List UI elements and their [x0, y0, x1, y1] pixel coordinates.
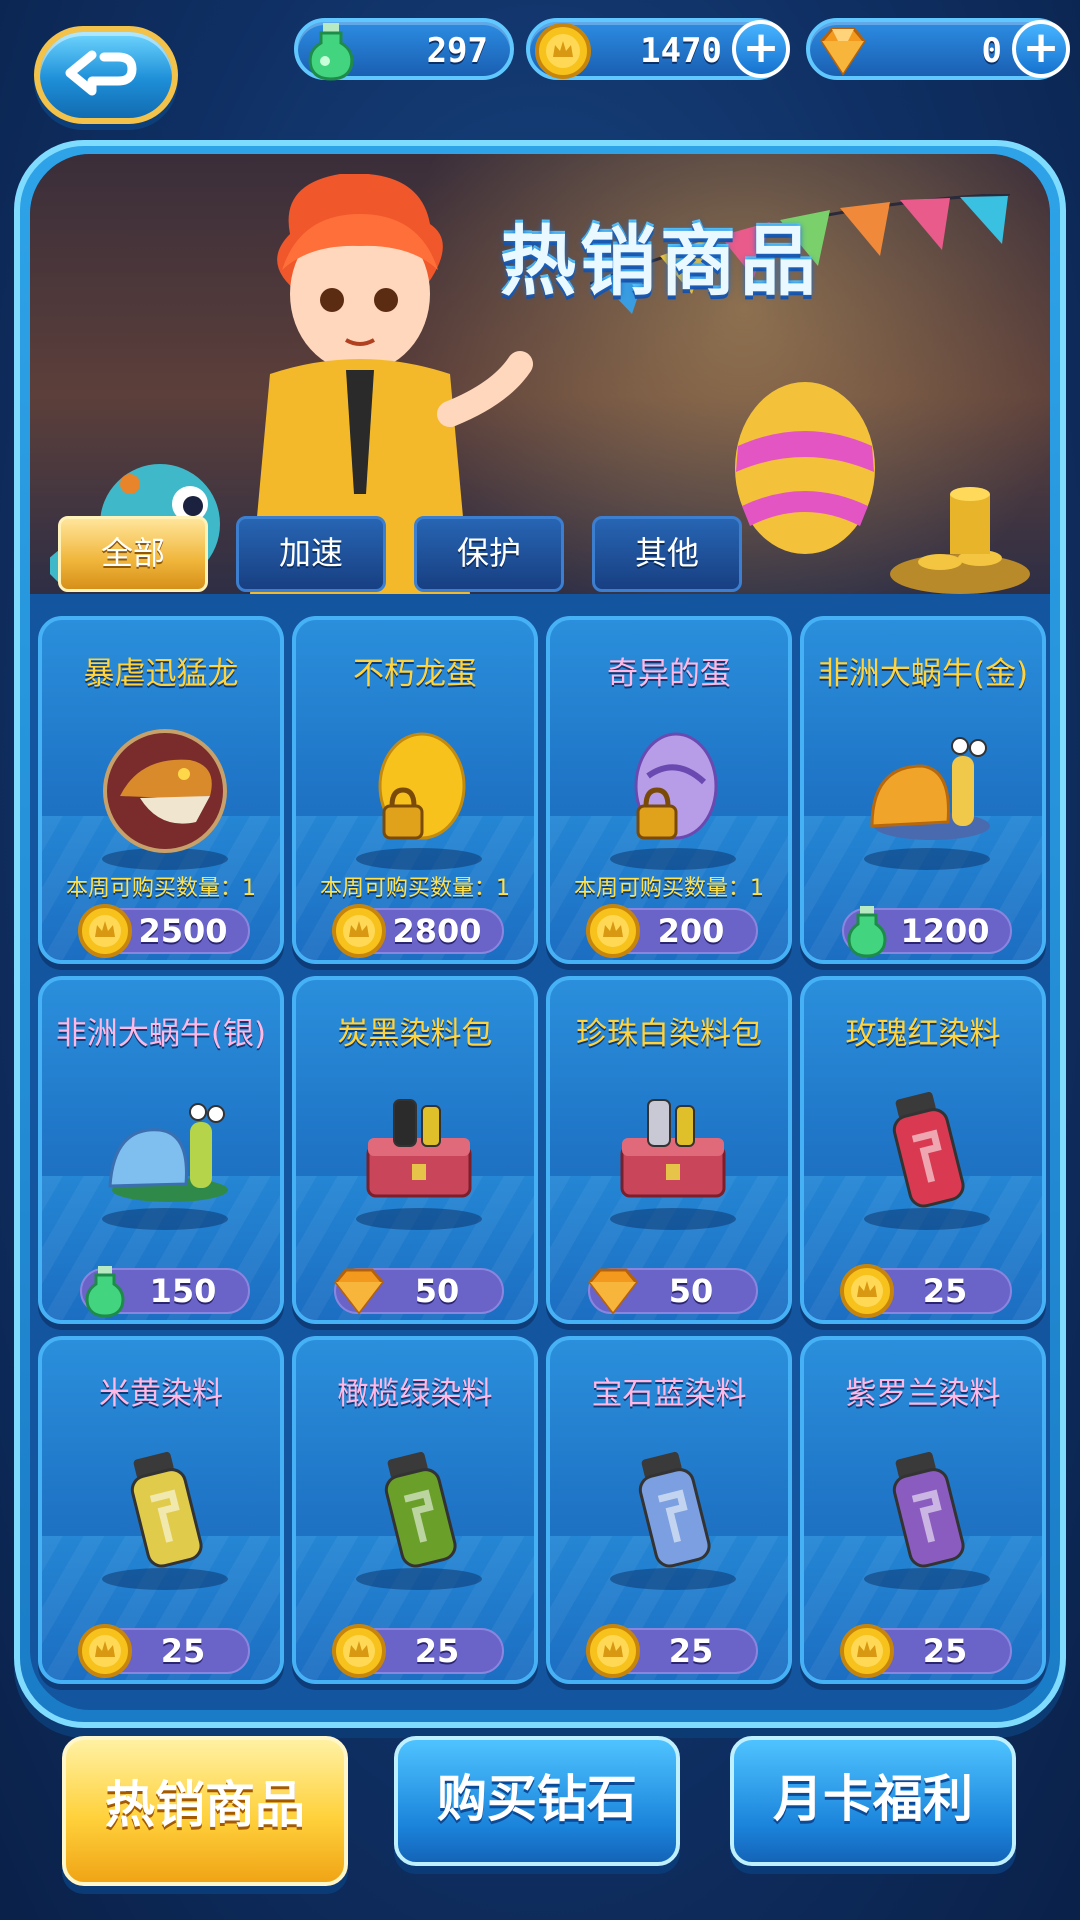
price-button[interactable]: 150 [80, 1266, 250, 1318]
shop-item-card[interactable]: 玫瑰红染料 25 [800, 976, 1046, 1324]
price-button[interactable]: 50 [334, 1268, 504, 1315]
shop-panel: 热销商品 全部 加速 保护 其他 暴虐迅猛龙本周可购买数量：1 2500 不朽龙蛋本… [14, 140, 1066, 1728]
dye-chest-white-icon [608, 1086, 738, 1216]
price-value: 25 [922, 1632, 968, 1670]
item-name: 玫瑰红染料 [845, 1016, 1001, 1052]
diamond-counter: 0 + [806, 18, 1070, 80]
back-button[interactable] [34, 26, 178, 124]
price-value: 25 [414, 1632, 460, 1670]
shop-item-card[interactable]: 不朽龙蛋本周可购买数量：1 2800 [292, 616, 538, 964]
back-arrow-icon [65, 50, 137, 96]
item-name: 紫罗兰染料 [845, 1376, 1001, 1412]
coin-counter: 1470 + [526, 18, 790, 80]
price-button[interactable]: 2500 [78, 904, 250, 958]
gold-snail-icon [862, 726, 992, 856]
dye-red-icon [862, 1086, 992, 1216]
price-value: 25 [922, 1272, 968, 1310]
potion-value: 297 [426, 31, 488, 71]
price-value: 50 [668, 1272, 714, 1310]
dye-violet-icon [862, 1446, 992, 1576]
price-button[interactable]: 2800 [332, 904, 504, 958]
shop-item-card[interactable]: 橄榄绿染料 25 [292, 1336, 538, 1684]
silver-snail-icon [100, 1086, 230, 1216]
item-name: 暴虐迅猛龙 [83, 656, 239, 692]
price-button[interactable]: 25 [840, 1624, 1012, 1678]
price-button[interactable]: 50 [588, 1268, 758, 1315]
shop-item-card[interactable]: 非洲大蜗牛(金) 1200 [800, 616, 1046, 964]
coin-icon [528, 16, 598, 86]
category-tabs: 全部 加速 保护 其他 [44, 516, 1050, 598]
item-name: 非洲大蜗牛(银) [55, 1016, 267, 1052]
add-coin-button[interactable]: + [732, 20, 790, 78]
coin-value: 1470 [640, 31, 722, 71]
purple-egg-icon [608, 726, 738, 856]
price-button[interactable]: 25 [332, 1624, 504, 1678]
shop-item-card[interactable]: 炭黑染料包 50 [292, 976, 538, 1324]
dye-blue-icon [608, 1446, 738, 1576]
dye-chest-black-icon [354, 1086, 484, 1216]
raptor-icon [100, 726, 230, 856]
shop-item-card[interactable]: 紫罗兰染料 25 [800, 1336, 1046, 1684]
banner-title: 热销商品 [500, 217, 820, 306]
price-value: 25 [160, 1632, 206, 1670]
item-name: 米黄染料 [99, 1376, 223, 1412]
price-button[interactable]: 25 [586, 1624, 758, 1678]
add-diamond-button[interactable]: + [1012, 20, 1070, 78]
bottom-tab-hot-sale[interactable]: 热销商品 [62, 1736, 348, 1886]
shop-item-card[interactable]: 非洲大蜗牛(银) 150 [38, 976, 284, 1324]
potion-icon [296, 16, 366, 86]
dye-olive-icon [354, 1446, 484, 1576]
price-button[interactable]: 200 [586, 904, 758, 958]
shop-item-card[interactable]: 奇异的蛋本周可购买数量：1 200 [546, 616, 792, 964]
tab-all[interactable]: 全部 [58, 516, 208, 592]
bottom-tab-buy-diamond[interactable]: 购买钻石 [394, 1736, 680, 1866]
golden-egg-icon [354, 726, 484, 856]
price-value: 200 [657, 912, 725, 950]
bottom-tab-monthly-card[interactable]: 月卡福利 [730, 1736, 1016, 1866]
dye-beige-icon [100, 1446, 230, 1576]
weekly-limit-text: 本周可购买数量：1 [574, 876, 764, 901]
diamond-value: 0 [981, 31, 1002, 71]
item-name: 珍珠白染料包 [576, 1016, 762, 1052]
price-value: 50 [414, 1272, 460, 1310]
price-button[interactable]: 1200 [842, 906, 1012, 958]
potion-counter: 297 [294, 18, 514, 81]
weekly-limit-text: 本周可购买数量：1 [66, 876, 256, 901]
tab-speedup[interactable]: 加速 [236, 516, 386, 592]
tab-protect[interactable]: 保护 [414, 516, 564, 592]
item-name: 非洲大蜗牛(金) [817, 656, 1029, 692]
item-name: 橄榄绿染料 [337, 1376, 493, 1412]
tab-other[interactable]: 其他 [592, 516, 742, 592]
item-name: 不朽龙蛋 [353, 656, 477, 692]
price-button[interactable]: 25 [78, 1624, 250, 1678]
price-value: 2800 [392, 912, 482, 950]
diamond-icon [808, 16, 878, 86]
price-value: 1200 [900, 912, 990, 950]
price-value: 25 [668, 1632, 714, 1670]
shop-item-card[interactable]: 米黄染料 25 [38, 1336, 284, 1684]
item-name: 奇异的蛋 [607, 656, 731, 692]
price-value: 150 [149, 1272, 217, 1310]
item-name: 炭黑染料包 [337, 1016, 493, 1052]
item-name: 宝石蓝染料 [591, 1376, 747, 1412]
shop-item-card[interactable]: 珍珠白染料包 50 [546, 976, 792, 1324]
shop-item-card[interactable]: 宝石蓝染料 25 [546, 1336, 792, 1684]
shop-item-card[interactable]: 暴虐迅猛龙本周可购买数量：1 2500 [38, 616, 284, 964]
price-value: 2500 [138, 912, 228, 950]
weekly-limit-text: 本周可购买数量：1 [320, 876, 510, 901]
price-button[interactable]: 25 [840, 1264, 1012, 1318]
